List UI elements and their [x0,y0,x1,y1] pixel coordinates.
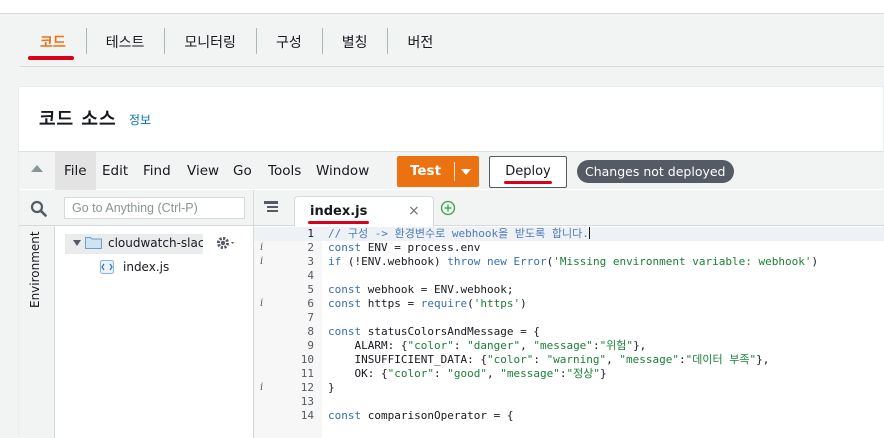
code-line[interactable]: 11 OK: {"color": "good", "message":"정상"} [254,367,884,381]
environment-strip: Environment [19,226,55,438]
code-line[interactable]: i 6 const https = require('https') [254,297,884,311]
code-line[interactable]: 7 [254,311,884,325]
menu-tools[interactable]: Tools [268,152,301,190]
tabs-divider [20,66,884,67]
file-tree: cloudwatch-slack-al index.js [55,226,254,438]
line-number: 7 [307,311,314,324]
file-index-js[interactable]: index.js [123,260,169,274]
line-number: 1 [307,227,314,240]
plus-circle-icon[interactable] [440,200,456,216]
tabs-list-icon[interactable] [264,201,278,213]
line-text: const statusColorsAndMessage = { [328,325,540,338]
line-text: OK: {"color": "good", "message":"정상"} [328,367,607,380]
line-number: 5 [307,283,314,296]
chevron-down-icon[interactable] [461,169,471,175]
function-tabs: 코드 테스트 모니터링 구성 별칭 버전 [20,22,453,66]
test-button[interactable]: Test [397,156,479,187]
search-icon[interactable] [30,200,47,217]
code-line[interactable]: 4 [254,269,884,283]
folder-icon [85,237,102,249]
line-number: 9 [307,339,314,352]
line-text: // 구성 -> 환경변수로 webhook을 받도록 합니다. [328,227,590,240]
code-line[interactable]: 1 // 구성 -> 환경변수로 webhook을 받도록 합니다. [254,227,884,241]
js-file-icon [100,260,114,274]
deploy-button[interactable]: Deploy [489,156,567,188]
menu-find[interactable]: Find [143,152,171,190]
menu-go[interactable]: Go [233,152,252,190]
code-line[interactable]: 10 INSUFFICIENT_DATA: {"color": "warning… [254,353,884,367]
code-line[interactable]: 9 ALARM: {"color": "danger", "message":"… [254,339,884,353]
tab-2[interactable]: 모니터링 [164,22,256,66]
info-annotation-icon: i [260,256,264,267]
status-badge: Changes not deployed [577,160,734,183]
test-button-label: Test [409,163,442,179]
line-number: 2 [307,241,314,254]
code-line[interactable]: i 3 if (!ENV.webhook) throw new Error('Mis… [254,255,884,269]
folder-name[interactable]: cloudwatch-slack-al [108,236,203,250]
line-number: 12 [300,381,314,394]
caret-down-icon[interactable] [73,240,81,246]
close-icon[interactable]: × [408,203,420,219]
goto-anything-input[interactable] [64,197,245,219]
menu-window[interactable]: Window [316,152,369,190]
line-text: ALARM: {"color": "danger", "message":"위험… [328,339,647,352]
line-number: 8 [307,325,314,338]
goto-search-bar [19,190,254,226]
info-link[interactable]: 정보 [129,111,151,128]
editor-tab-index-js[interactable]: index.js × [294,196,434,227]
menu-edit[interactable]: Edit [102,152,128,190]
line-number: 6 [307,297,314,310]
caret-up-icon[interactable] [31,165,43,172]
line-text: if (!ENV.webhook) throw new Error('Missi… [328,255,819,268]
line-text: const ENV = process.env [328,241,481,254]
info-annotation-icon: i [260,242,264,253]
code-line[interactable]: i 2 const ENV = process.env [254,241,884,255]
line-number: 11 [300,367,314,380]
line-number: 10 [300,353,314,366]
menu-view[interactable]: View [187,152,219,190]
top-card [0,0,884,14]
line-text: const https = require('https') [328,297,527,310]
environment-tab[interactable]: Environment [28,231,42,308]
line-number: 14 [300,409,314,422]
code-line[interactable]: 5 const webhook = ENV.webhook; [254,283,884,297]
editor-tab-label: index.js [307,204,370,224]
tab-3[interactable]: 구성 [255,22,322,66]
menu-file[interactable]: File [55,152,96,190]
info-annotation-icon: i [260,298,264,309]
editor-tab-bar: index.js × [254,190,884,227]
split-divider [454,162,455,181]
line-text: const webhook = ENV.webhook; [328,283,514,296]
code-source-panel: 코드 소스 정보 File Edit Find View Go Tools Wi… [18,86,884,438]
code-line[interactable]: 13 [254,395,884,409]
line-text: INSUFFICIENT_DATA: {"color": "warning", … [328,353,770,366]
line-text: } [328,381,335,394]
code-line[interactable]: 8 const statusColorsAndMessage = { [254,325,884,339]
gear-icon[interactable] [215,235,237,251]
info-annotation-icon: i [260,382,264,393]
tab-1[interactable]: 테스트 [85,22,165,66]
tab-4[interactable]: 별칭 [321,22,388,66]
code-editor[interactable]: 1 // 구성 -> 환경변수로 webhook을 받도록 합니다. i 2 const… [254,227,884,438]
code-line[interactable]: 14 const comparisonOperator = { [254,409,884,423]
line-text: const comparisonOperator = { [328,409,514,422]
line-number: 4 [307,269,314,282]
line-number: 3 [307,255,314,268]
tab-0[interactable]: 코드 [20,22,86,66]
code-line[interactable]: i 12} [254,381,884,395]
panel-title: 코드 소스 [39,109,117,130]
tab-5[interactable]: 버전 [387,22,453,66]
ide-menubar: File Edit Find View Go Tools Window Test… [19,151,884,190]
line-number: 13 [300,395,314,408]
